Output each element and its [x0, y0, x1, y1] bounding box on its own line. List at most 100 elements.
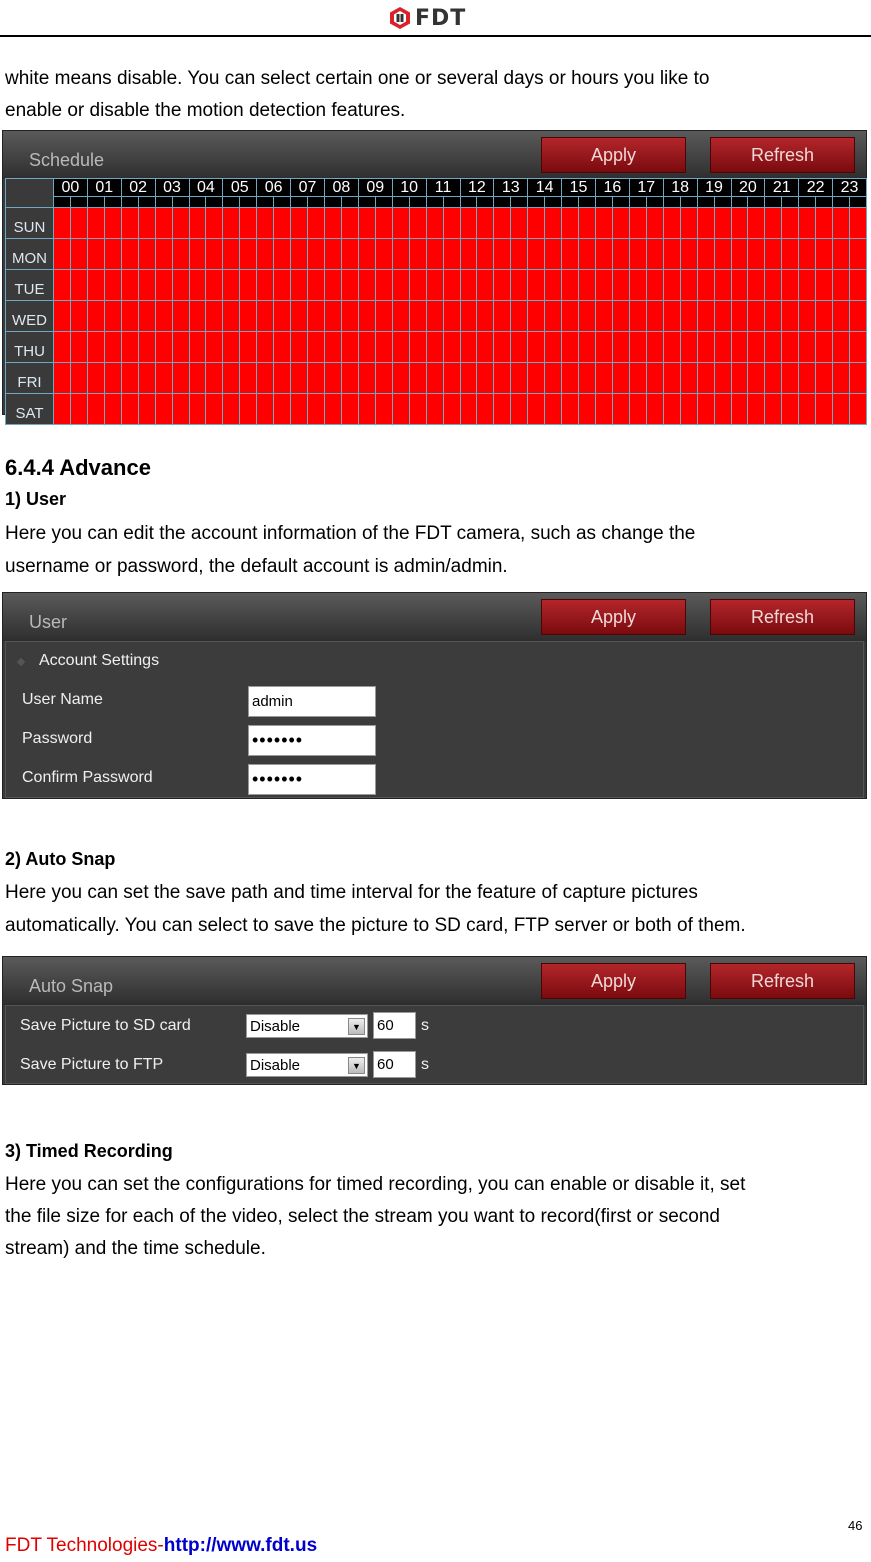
apply-button[interactable]: Apply: [541, 963, 686, 999]
schedule-cell[interactable]: [713, 331, 732, 363]
schedule-cell[interactable]: [476, 362, 495, 394]
schedule-cell[interactable]: [171, 238, 190, 270]
schedule-cell[interactable]: [645, 238, 664, 270]
schedule-cell[interactable]: [527, 362, 546, 394]
schedule-cell[interactable]: [611, 238, 630, 270]
half-hour-header[interactable]: [86, 196, 105, 208]
schedule-cell[interactable]: [730, 207, 749, 239]
schedule-cell[interactable]: [374, 207, 393, 239]
schedule-cell[interactable]: [764, 300, 783, 332]
schedule-cell[interactable]: [679, 393, 698, 425]
schedule-cell[interactable]: [53, 331, 71, 363]
apply-button[interactable]: Apply: [541, 599, 686, 635]
refresh-button[interactable]: Refresh: [710, 137, 855, 173]
schedule-cell[interactable]: [747, 362, 766, 394]
schedule-cell[interactable]: [290, 300, 309, 332]
schedule-cell[interactable]: [188, 269, 207, 301]
schedule-cell[interactable]: [764, 238, 783, 270]
schedule-cell[interactable]: [290, 393, 309, 425]
schedule-cell[interactable]: [510, 269, 529, 301]
schedule-cell[interactable]: [713, 393, 732, 425]
schedule-cell[interactable]: [764, 269, 783, 301]
schedule-cell[interactable]: [374, 331, 393, 363]
schedule-cell[interactable]: [832, 331, 851, 363]
schedule-cell[interactable]: [69, 393, 88, 425]
schedule-cell[interactable]: [679, 238, 698, 270]
half-hour-header[interactable]: [713, 196, 732, 208]
schedule-cell[interactable]: [849, 331, 867, 363]
schedule-cell[interactable]: [611, 269, 630, 301]
half-hour-header[interactable]: [256, 196, 275, 208]
schedule-cell[interactable]: [561, 300, 580, 332]
schedule-cell[interactable]: [154, 207, 173, 239]
hour-header[interactable]: 12: [459, 178, 495, 197]
schedule-cell[interactable]: [256, 300, 275, 332]
hour-header[interactable]: 11: [425, 178, 461, 197]
schedule-cell[interactable]: [544, 207, 563, 239]
hour-header[interactable]: 04: [188, 178, 224, 197]
schedule-cell[interactable]: [391, 331, 410, 363]
sd-card-interval-input[interactable]: 60: [373, 1012, 416, 1039]
schedule-cell[interactable]: [408, 331, 427, 363]
schedule-cell[interactable]: [544, 393, 563, 425]
schedule-cell[interactable]: [628, 238, 647, 270]
schedule-cell[interactable]: [459, 207, 478, 239]
schedule-cell[interactable]: [273, 300, 292, 332]
schedule-cell[interactable]: [391, 207, 410, 239]
schedule-cell[interactable]: [544, 362, 563, 394]
schedule-cell[interactable]: [120, 331, 139, 363]
schedule-cell[interactable]: [645, 362, 664, 394]
schedule-cell[interactable]: [493, 300, 512, 332]
half-hour-header[interactable]: [611, 196, 630, 208]
schedule-cell[interactable]: [561, 269, 580, 301]
schedule-cell[interactable]: [662, 393, 681, 425]
schedule-cell[interactable]: [425, 300, 444, 332]
schedule-cell[interactable]: [713, 300, 732, 332]
schedule-cell[interactable]: [222, 207, 241, 239]
schedule-cell[interactable]: [781, 331, 800, 363]
schedule-cell[interactable]: [53, 207, 71, 239]
schedule-cell[interactable]: [408, 300, 427, 332]
schedule-cell[interactable]: [86, 207, 105, 239]
schedule-cell[interactable]: [662, 362, 681, 394]
schedule-cell[interactable]: [510, 238, 529, 270]
footer-url-link[interactable]: http://www.fdt.us: [164, 1535, 317, 1556]
dropdown-arrow-icon[interactable]: ▼: [348, 1018, 365, 1035]
schedule-cell[interactable]: [832, 300, 851, 332]
hour-header[interactable]: 01: [86, 178, 122, 197]
schedule-cell[interactable]: [188, 238, 207, 270]
half-hour-header[interactable]: [205, 196, 224, 208]
half-hour-header[interactable]: [798, 196, 817, 208]
schedule-cell[interactable]: [611, 393, 630, 425]
day-label[interactable]: SUN: [5, 207, 54, 239]
schedule-cell[interactable]: [662, 300, 681, 332]
schedule-cell[interactable]: [69, 238, 88, 270]
schedule-cell[interactable]: [290, 207, 309, 239]
ftp-interval-input[interactable]: 60: [373, 1051, 416, 1078]
schedule-cell[interactable]: [425, 362, 444, 394]
schedule-cell[interactable]: [357, 269, 376, 301]
schedule-cell[interactable]: [849, 362, 867, 394]
schedule-cell[interactable]: [408, 362, 427, 394]
schedule-cell[interactable]: [578, 207, 596, 239]
schedule-cell[interactable]: [764, 393, 783, 425]
schedule-cell[interactable]: [578, 393, 596, 425]
schedule-cell[interactable]: [747, 238, 766, 270]
schedule-cell[interactable]: [628, 362, 647, 394]
schedule-cell[interactable]: [561, 362, 580, 394]
schedule-cell[interactable]: [374, 238, 393, 270]
schedule-cell[interactable]: [154, 238, 173, 270]
schedule-cell[interactable]: [747, 207, 766, 239]
schedule-cell[interactable]: [578, 238, 596, 270]
schedule-cell[interactable]: [679, 269, 698, 301]
schedule-cell[interactable]: [256, 238, 275, 270]
schedule-cell[interactable]: [340, 238, 359, 270]
schedule-cell[interactable]: [459, 269, 478, 301]
schedule-cell[interactable]: [730, 238, 749, 270]
schedule-cell[interactable]: [290, 238, 309, 270]
schedule-cell[interactable]: [476, 393, 495, 425]
schedule-cell[interactable]: [307, 393, 325, 425]
schedule-cell[interactable]: [493, 393, 512, 425]
schedule-cell[interactable]: [171, 207, 190, 239]
schedule-cell[interactable]: [798, 331, 817, 363]
